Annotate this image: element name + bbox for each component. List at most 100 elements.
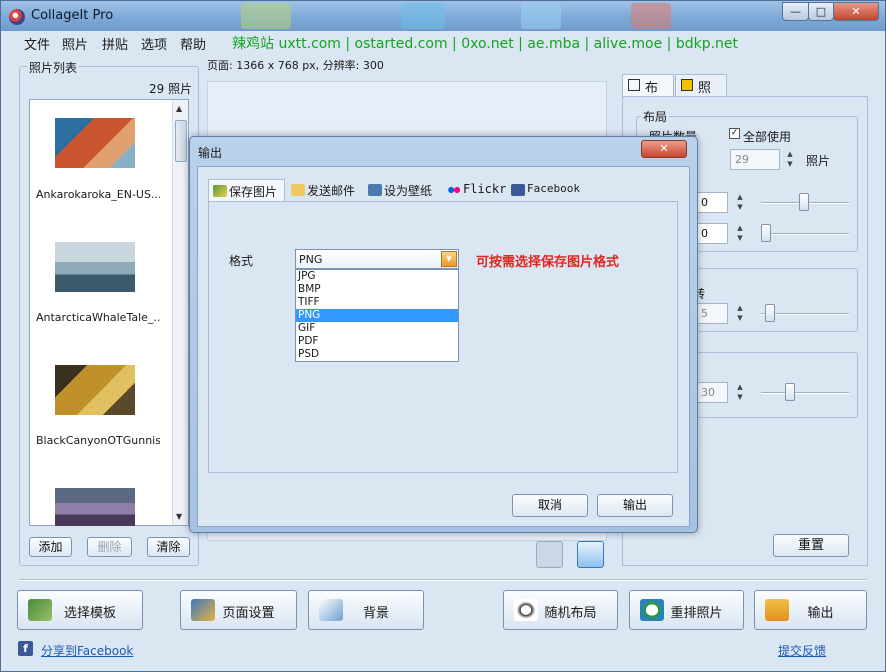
delete-photo-button[interactable]: 删除 bbox=[87, 537, 132, 557]
tab-photo[interactable]: 照片 bbox=[675, 74, 727, 115]
feedback-link[interactable]: 提交反馈 bbox=[778, 642, 826, 659]
shadow-slider-knob[interactable] bbox=[785, 383, 795, 401]
background-label: 背景 bbox=[362, 606, 389, 621]
scrollbar-thumb[interactable] bbox=[175, 120, 187, 162]
shadow-stepper[interactable]: ▲ ▼ bbox=[733, 382, 747, 403]
tab-send-email-label: 发送邮件 bbox=[307, 184, 356, 198]
export-label: 输出 bbox=[807, 606, 834, 621]
photo-thumbnail[interactable] bbox=[55, 488, 135, 526]
select-template-label: 选择模板 bbox=[63, 606, 116, 621]
photo-thumbnail[interactable] bbox=[55, 365, 135, 415]
photo-count-stepper[interactable]: ▲ ▼ bbox=[783, 149, 797, 170]
photo-caption: BlackCanyonOTGunnis... bbox=[36, 434, 160, 447]
menu-file[interactable]: 文件 bbox=[24, 34, 50, 53]
tab-facebook[interactable]: Facebook bbox=[507, 179, 580, 201]
menu-photo[interactable]: 照片 bbox=[62, 34, 88, 53]
use-all-label: 全部使用 bbox=[743, 130, 792, 144]
minimize-button[interactable]: — bbox=[782, 2, 809, 21]
layout-icon bbox=[628, 79, 640, 91]
tab-flickr[interactable]: Flickr bbox=[443, 179, 507, 201]
select-template-button[interactable]: 选择模板 bbox=[17, 590, 143, 630]
format-note: 可按需选择保存图片格式 bbox=[476, 255, 620, 270]
format-option[interactable]: PSD bbox=[296, 348, 458, 361]
dialog-cancel-button[interactable]: 取消 bbox=[512, 494, 588, 517]
export-button[interactable]: 输出 bbox=[754, 590, 867, 630]
margin-stepper[interactable]: ▲ ▼ bbox=[733, 223, 747, 244]
tab-save-image[interactable]: 保存图片 bbox=[208, 179, 285, 201]
layout-group-label: 布局 bbox=[641, 108, 670, 125]
format-option[interactable]: BMP bbox=[296, 283, 458, 296]
spacing-slider-knob[interactable] bbox=[799, 193, 809, 211]
save-image-icon bbox=[213, 185, 227, 197]
menu-help[interactable]: 帮助 bbox=[180, 34, 206, 53]
shadow-input[interactable]: 30 bbox=[696, 382, 728, 403]
dialog-title: 输出 bbox=[198, 146, 223, 160]
clear-photos-button[interactable]: 清除 bbox=[147, 537, 190, 557]
photo-thumbnail[interactable] bbox=[55, 118, 135, 168]
tab-set-wallpaper[interactable]: 设为壁纸 bbox=[364, 179, 442, 201]
format-option[interactable]: JPG bbox=[296, 270, 458, 283]
window-title: CollageIt Pro bbox=[31, 8, 114, 23]
fit-screen-icon[interactable] bbox=[577, 541, 604, 568]
reorder-photos-button[interactable]: 重排照片 bbox=[629, 590, 744, 630]
flickr-icon bbox=[447, 184, 461, 196]
tab-facebook-label: Facebook bbox=[527, 182, 580, 195]
photo-unit-label: 照片 bbox=[806, 154, 831, 168]
format-option[interactable]: PDF bbox=[296, 335, 458, 348]
photo-count-input[interactable]: 29 bbox=[730, 149, 780, 170]
dialog-export-button[interactable]: 输出 bbox=[597, 494, 673, 517]
taskbar-deco-icon bbox=[401, 3, 445, 29]
margin-slider-knob[interactable] bbox=[761, 224, 771, 242]
photo-list[interactable]: Ankarokaroka_EN-US... AntarcticaWhaleTal… bbox=[29, 99, 189, 526]
format-option-selected[interactable]: PNG bbox=[296, 309, 458, 322]
photo-caption: AntarcticaWhaleTale_... bbox=[36, 311, 160, 324]
page-setup-button[interactable]: 页面设置 bbox=[180, 590, 297, 630]
add-photo-button[interactable]: 添加 bbox=[29, 537, 72, 557]
email-icon bbox=[291, 184, 305, 196]
spacing-stepper[interactable]: ▲ ▼ bbox=[733, 192, 747, 213]
rotation-slider-knob[interactable] bbox=[765, 304, 775, 322]
photo-list-label: 照片列表 bbox=[27, 59, 80, 76]
photo-list-scrollbar[interactable]: ▲ ▼ bbox=[172, 100, 188, 525]
shadow-slider[interactable] bbox=[761, 392, 849, 394]
close-button[interactable]: ✕ bbox=[833, 2, 879, 21]
background-button[interactable]: 背景 bbox=[308, 590, 424, 630]
random-layout-button[interactable]: 随机布局 bbox=[503, 590, 618, 630]
scroll-up-icon[interactable]: ▲ bbox=[176, 104, 182, 113]
dialog-body: 保存图片 发送邮件 设为壁纸 Flickr Facebook 格式 PNG ▼ … bbox=[197, 166, 690, 527]
photo-tab-icon bbox=[681, 79, 693, 91]
maximize-button[interactable]: □ bbox=[808, 2, 834, 21]
menu-bar: 文件 照片 拼贴 选项 帮助 辣鸡站 uxtt.com | ostarted.c… bbox=[1, 31, 885, 53]
photo-thumbnail[interactable] bbox=[55, 242, 135, 292]
dialog-close-button[interactable]: ✕ bbox=[641, 140, 687, 158]
facebook-icon[interactable]: f bbox=[18, 641, 33, 656]
taskbar-deco-icon bbox=[241, 3, 291, 29]
format-select[interactable]: PNG ▼ bbox=[295, 249, 459, 269]
crop-icon[interactable] bbox=[536, 541, 563, 568]
format-option[interactable]: TIFF bbox=[296, 296, 458, 309]
chevron-down-icon[interactable]: ▼ bbox=[441, 251, 457, 267]
app-logo-icon bbox=[9, 9, 25, 25]
rotation-stepper[interactable]: ▲ ▼ bbox=[733, 303, 747, 324]
margin-slider[interactable] bbox=[761, 233, 849, 235]
tab-save-image-label: 保存图片 bbox=[229, 185, 278, 199]
facebook-tab-icon bbox=[511, 184, 525, 196]
rotation-input[interactable]: 5 bbox=[696, 303, 728, 324]
use-all-checkbox[interactable]: ✓ bbox=[729, 128, 740, 139]
margin-input[interactable]: 0 bbox=[696, 223, 728, 244]
menu-collage[interactable]: 拼贴 bbox=[102, 34, 128, 53]
menu-links-text[interactable]: 辣鸡站 uxtt.com | ostarted.com | 0xo.net | … bbox=[232, 33, 738, 53]
tab-layout[interactable]: 布局 bbox=[622, 74, 674, 115]
page-setup-label: 页面设置 bbox=[222, 606, 275, 621]
right-tabs: 布局 照片 bbox=[622, 74, 868, 115]
share-facebook-link[interactable]: 分享到Facebook bbox=[41, 642, 133, 659]
tab-send-email[interactable]: 发送邮件 bbox=[287, 179, 363, 201]
spacing-input[interactable]: 0 bbox=[696, 192, 728, 213]
reorder-photos-label: 重排照片 bbox=[670, 606, 723, 621]
reset-button[interactable]: 重置 bbox=[773, 534, 849, 557]
scroll-down-icon[interactable]: ▼ bbox=[176, 512, 182, 521]
menu-options[interactable]: 选项 bbox=[141, 34, 167, 53]
format-option[interactable]: GIF bbox=[296, 322, 458, 335]
dialog-tabs: 保存图片 发送邮件 设为壁纸 Flickr Facebook bbox=[208, 179, 678, 201]
tab-flickr-label: Flickr bbox=[463, 182, 507, 196]
